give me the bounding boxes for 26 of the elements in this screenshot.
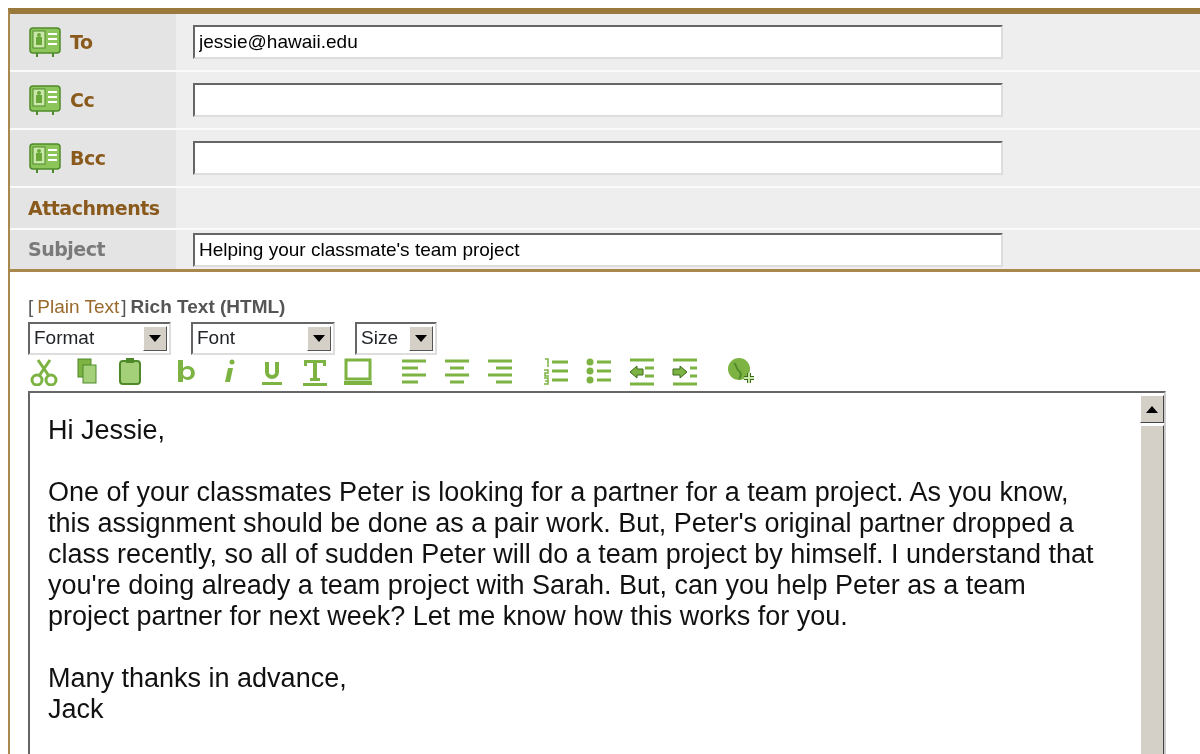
message-paragraph: Many thanks in advance, Jack	[48, 663, 348, 725]
caret-icon	[415, 335, 427, 342]
editor-mode-link[interactable]: Rich Text (HTML)	[130, 296, 286, 317]
address-field[interactable]	[193, 83, 1003, 117]
address-book-icon[interactable]	[28, 25, 64, 59]
dropdown[interactable]: Size	[355, 322, 437, 355]
message-paragraph: Hi Jessie,	[48, 415, 167, 446]
dropdown[interactable]: Format	[28, 322, 171, 355]
address-field[interactable]: jessie@hawaii.edu	[193, 25, 1003, 59]
scroll-bar[interactable]	[1138, 393, 1164, 754]
bracket-text: ]	[121, 296, 127, 317]
bracket-text: [	[28, 296, 34, 317]
field-link[interactable]: Cc	[70, 85, 95, 115]
address-field[interactable]	[193, 141, 1003, 175]
field-link[interactable]: Bcc	[70, 143, 106, 173]
caret-icon	[313, 335, 325, 342]
field-link[interactable]: To	[70, 27, 93, 57]
dropdown[interactable]: Font	[191, 322, 335, 355]
subject-field[interactable]: Helping your classmate's team project	[193, 232, 1003, 267]
message-paragraph: One of your classmates Peter is looking for a partner for a team project. As you know, this assignment should be done as a pair work. But, Peter's original partner dropped a class recently, so all of sudden Peter will do a team project by himself. I understand that you're doing already a team project with Sarah. But, can you help Peter as a team project partner for next week? Let me know how this works for you.	[48, 477, 1095, 632]
field-link[interactable]: Attachments	[28, 193, 160, 223]
address-book-icon[interactable]	[28, 141, 64, 175]
address-book-icon[interactable]	[28, 83, 64, 117]
editor-mode-link[interactable]: Plain Text	[37, 296, 120, 317]
caret-icon	[149, 335, 161, 342]
field-label: Subject	[28, 237, 106, 263]
